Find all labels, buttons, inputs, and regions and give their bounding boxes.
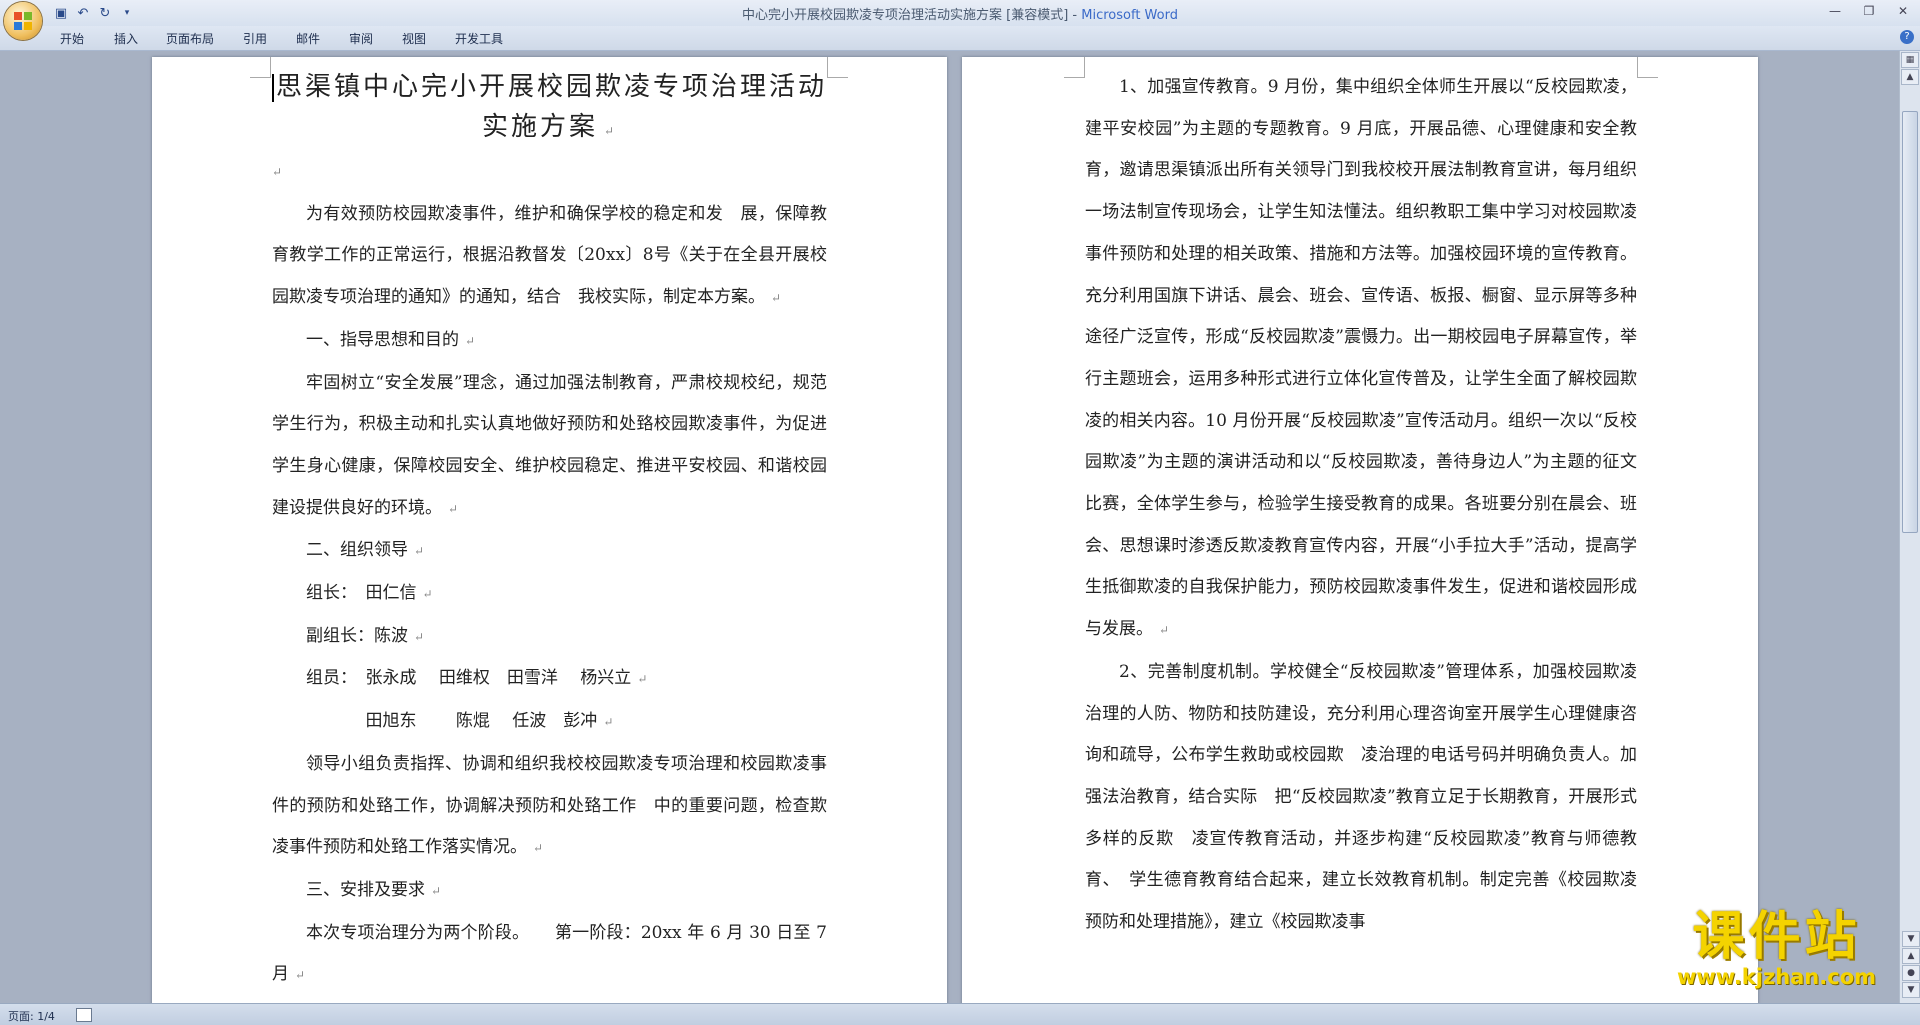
help-icon[interactable]: ? <box>1900 30 1914 44</box>
tab-insert[interactable]: 插入 <box>114 30 138 47</box>
watermark-url: www.kjzhan.com <box>1676 965 1876 989</box>
tab-page-layout[interactable]: 页面布局 <box>166 30 214 47</box>
office-logo-icon <box>14 12 32 30</box>
publicity-text: 1、加强宣传教育。9 月份，集中组织全体师生开展以“反校园欺凌，建平安校园”为主… <box>1085 77 1637 640</box>
restore-icon[interactable]: ❐ <box>1858 2 1880 20</box>
vertical-scrollbar[interactable]: ▦ ▲ ▼ ▲ ● ▼ <box>1899 51 1920 1003</box>
paragraph-mark: ↵ <box>603 715 614 730</box>
paragraph-mark: ↵ <box>603 124 618 138</box>
page-2[interactable]: 1、加强宣传教育。9 月份，集中组织全体师生开展以“反校园欺凌，建平安校园”为主… <box>962 57 1758 1003</box>
proofing-icon[interactable] <box>76 1008 92 1022</box>
guideline-text: 牢固树立“安全发展”理念，通过加强法制教育，严肃校规校纪，规范学生行为，积极主动… <box>272 372 827 518</box>
title-bar: ▣ ↶ ↻ ▾ 中心完小开展校园欺凌专项治理活动实施方案 [兼容模式] - Mi… <box>0 0 1920 26</box>
document-area: 思渠镇中心完小开展校园欺凌专项治理活动实施方案 ↵ ↵ 为有效预防校园欺凌事件，维… <box>0 51 1900 1003</box>
vice-leader-text: 副组长：陈波 <box>306 625 408 646</box>
heading-1: 一、指导思想和目的 ↵ <box>272 320 827 363</box>
paragraph-mark: ↵ <box>431 883 442 898</box>
vice-leader-line: 副组长：陈波 ↵ <box>272 616 827 659</box>
browse-object-icon[interactable]: ● <box>1902 965 1920 981</box>
intro-paragraph: 为有效预防校园欺凌事件，维护和确保学校的稳定和发 展，保障教育教学工作的正常运行… <box>272 194 827 320</box>
watermark-logo: 课件站 www.kjzhan.com <box>1677 909 1876 989</box>
members-text-2: 田旭东 陈焜 任波 彭冲 <box>365 711 598 732</box>
window-controls: — ❐ ✕ <box>1824 2 1914 20</box>
tab-home[interactable]: 开始 <box>60 30 84 47</box>
office-button[interactable] <box>4 2 42 40</box>
tab-view[interactable]: 视图 <box>402 30 426 47</box>
paragraph-mark: ↵ <box>295 968 306 983</box>
paragraph-mark: ↵ <box>448 501 459 516</box>
guideline-paragraph: 牢固树立“安全发展”理念，通过加强法制教育，严肃校规校纪，规范学生行为，积极主动… <box>272 363 827 531</box>
scroll-down-icon[interactable]: ▼ <box>1902 931 1920 947</box>
tab-references[interactable]: 引用 <box>243 30 267 47</box>
heading-1-text: 一、指导思想和目的 <box>306 329 459 350</box>
doc-title: 思渠镇中心完小开展校园欺凌专项治理活动实施方案 ↵ <box>272 67 827 151</box>
app-name: Microsoft Word <box>1081 8 1178 23</box>
stage-text: 本次专项治理分为两个阶段。 第一阶段：20xx 年 6 月 30 日至 7 月 <box>272 922 827 985</box>
heading-2: 二、组织领导 ↵ <box>272 530 827 573</box>
paragraph-mark: ↵ <box>465 333 476 348</box>
page-number-status[interactable]: 页面: 1/4 <box>8 1008 55 1024</box>
status-bar: 页面: 1/4 <box>0 1003 1920 1025</box>
stage-paragraph: 本次专项治理分为两个阶段。 第一阶段：20xx 年 6 月 30 日至 7 月 ↵ <box>272 913 827 997</box>
word-window: ▣ ↶ ↻ ▾ 中心完小开展校园欺凌专项治理活动实施方案 [兼容模式] - Mi… <box>0 0 1920 1025</box>
next-page-icon[interactable]: ▼ <box>1902 982 1920 998</box>
leader-text: 组长： 田仁信 <box>306 583 417 604</box>
intro-text: 为有效预防校园欺凌事件，维护和确保学校的稳定和发 展，保障教育教学工作的正常运行… <box>272 203 827 308</box>
margin-corner-mark <box>1064 57 1085 78</box>
mechanism-text: 2、完善制度机制。学校健全“反校园欺凌”管理体系，加强校园欺凌治理的人防、物防和… <box>1085 661 1637 933</box>
scroll-thumb[interactable] <box>1902 111 1918 533</box>
paragraph-mark: ↵ <box>414 544 425 559</box>
members-line-2: 田旭东 陈焜 任波 彭冲 ↵ <box>272 701 827 744</box>
paragraph-mark: ↵ <box>422 587 433 602</box>
ruler-toggle-icon[interactable]: ▦ <box>1901 52 1919 68</box>
heading-3: 三、安排及要求 ↵ <box>272 870 827 913</box>
paragraph-mark: ↵ <box>771 291 782 306</box>
tab-mailings[interactable]: 邮件 <box>296 30 320 47</box>
heading-2-text: 二、组织领导 <box>306 540 408 561</box>
window-title: 中心完小开展校园欺凌专项治理活动实施方案 [兼容模式] - Microsoft … <box>0 4 1920 23</box>
mechanism-paragraph: 2、完善制度机制。学校健全“反校园欺凌”管理体系，加强校园欺凌治理的人防、物防和… <box>1085 652 1637 944</box>
previous-page-icon[interactable]: ▲ <box>1902 948 1920 964</box>
paragraph-mark: ↵ <box>1159 623 1170 638</box>
heading-3-text: 三、安排及要求 <box>306 879 425 900</box>
paragraph-mark: ↵ <box>414 629 425 644</box>
page-2-content[interactable]: 1、加强宣传教育。9 月份，集中组织全体师生开展以“反校园欺凌，建平安校园”为主… <box>1085 67 1637 944</box>
ribbon-tabs: 开始 插入 页面布局 引用 邮件 审阅 视图 开发工具 ? <box>0 26 1920 51</box>
paragraph-mark: ↵ <box>637 672 648 687</box>
scroll-up-icon[interactable]: ▲ <box>1901 69 1919 85</box>
members-line-1: 组员： 张永成 田维权 田雪洋 杨兴立 ↵ <box>272 658 827 701</box>
document-title: 中心完小开展校园欺凌专项治理活动实施方案 [兼容模式] - <box>742 8 1082 23</box>
paragraph-mark: ↵ <box>272 165 283 179</box>
page-1[interactable]: 思渠镇中心完小开展校园欺凌专项治理活动实施方案 ↵ ↵ 为有效预防校园欺凌事件，维… <box>152 57 947 1003</box>
watermark-title: 课件站 <box>1692 907 1861 967</box>
publicity-paragraph: 1、加强宣传教育。9 月份，集中组织全体师生开展以“反校园欺凌，建平安校园”为主… <box>1085 67 1637 652</box>
margin-corner-mark <box>250 57 271 78</box>
empty-paragraph: ↵ <box>272 151 827 194</box>
text-cursor <box>272 74 274 102</box>
paragraph-mark: ↵ <box>533 841 544 856</box>
close-icon[interactable]: ✕ <box>1892 2 1914 20</box>
scroll-bottom-buttons: ▼ ▲ ● ▼ <box>1901 930 1920 999</box>
margin-corner-mark <box>827 57 848 78</box>
duty-text: 领导小组负责指挥、协调和组织我校校园欺凌专项治理和校园欺凌事件的预防和处臵工作，… <box>272 753 827 858</box>
minimize-icon[interactable]: — <box>1824 2 1846 20</box>
tab-developer[interactable]: 开发工具 <box>455 30 503 47</box>
margin-corner-mark <box>1637 57 1658 78</box>
duty-paragraph: 领导小组负责指挥、协调和组织我校校园欺凌专项治理和校园欺凌事件的预防和处臵工作，… <box>272 744 827 870</box>
tab-review[interactable]: 审阅 <box>349 30 373 47</box>
members-text-1: 组员： 张永成 田维权 田雪洋 杨兴立 <box>306 668 632 689</box>
leader-line: 组长： 田仁信 ↵ <box>272 573 827 616</box>
doc-title-text: 思渠镇中心完小开展校园欺凌专项治理活动实施方案 <box>276 72 828 142</box>
page-1-content[interactable]: 思渠镇中心完小开展校园欺凌专项治理活动实施方案 ↵ ↵ 为有效预防校园欺凌事件，维… <box>272 67 827 997</box>
